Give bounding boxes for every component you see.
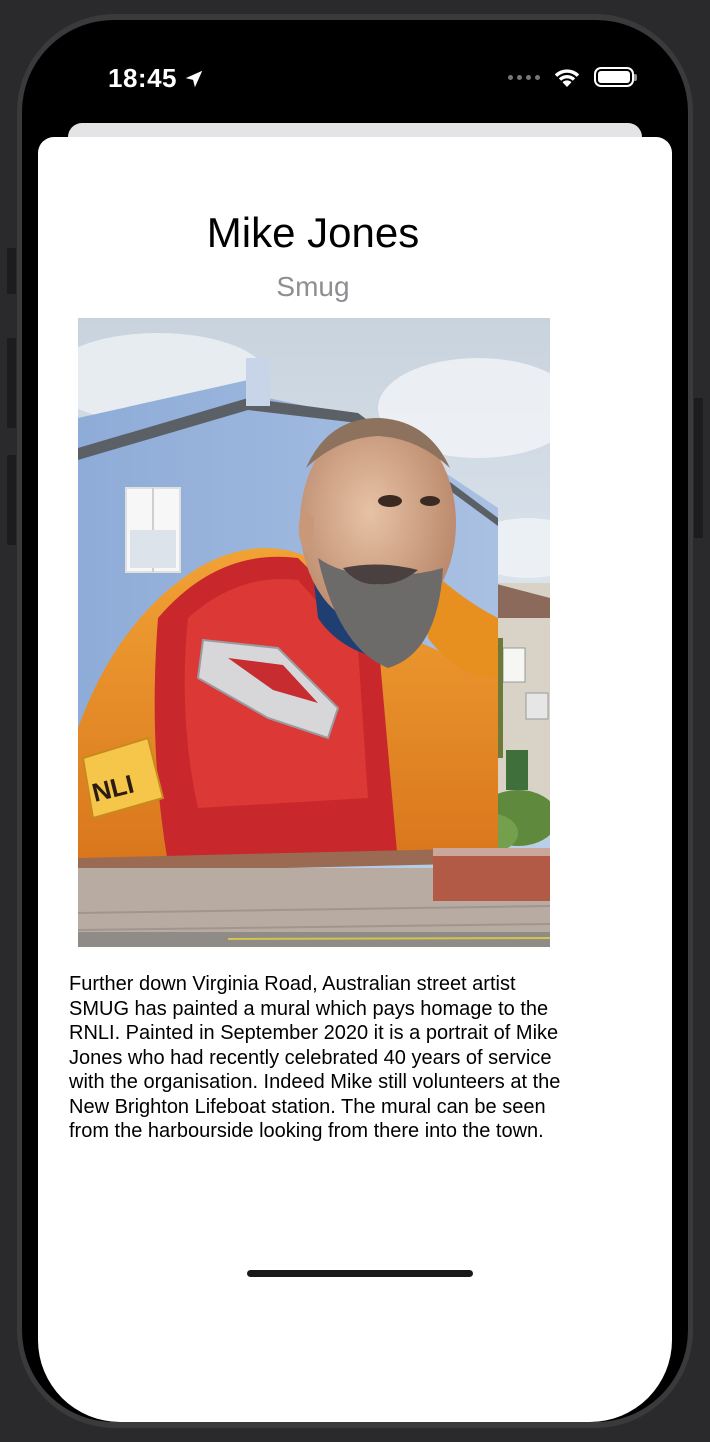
side-button-silent — [7, 248, 16, 294]
status-bar: 18:45 — [22, 20, 688, 130]
side-button-power — [694, 398, 703, 538]
mural-description: Further down Virginia Road, Australian s… — [69, 973, 561, 1142]
side-button-volume-down — [7, 455, 16, 545]
home-indicator[interactable] — [247, 1270, 473, 1277]
artist-subtitle: Smug — [276, 271, 350, 302]
page-title: Mike Jones — [206, 209, 420, 256]
battery-icon — [594, 67, 637, 87]
time-text: 18:45 — [108, 63, 177, 93]
status-icons — [508, 66, 637, 88]
location-arrow-icon — [185, 70, 203, 87]
status-time: 18:45 — [108, 63, 205, 94]
screen: 18:45 Mike Jones Smug NLI Further down V… — [22, 20, 688, 1422]
side-button-volume-up — [7, 338, 16, 428]
mural-photo: NLI — [78, 318, 550, 947]
cellular-dots-icon — [508, 74, 540, 80]
detail-sheet: Mike Jones Smug NLI Further down Virgini… — [38, 137, 672, 1422]
wifi-icon — [554, 69, 580, 87]
